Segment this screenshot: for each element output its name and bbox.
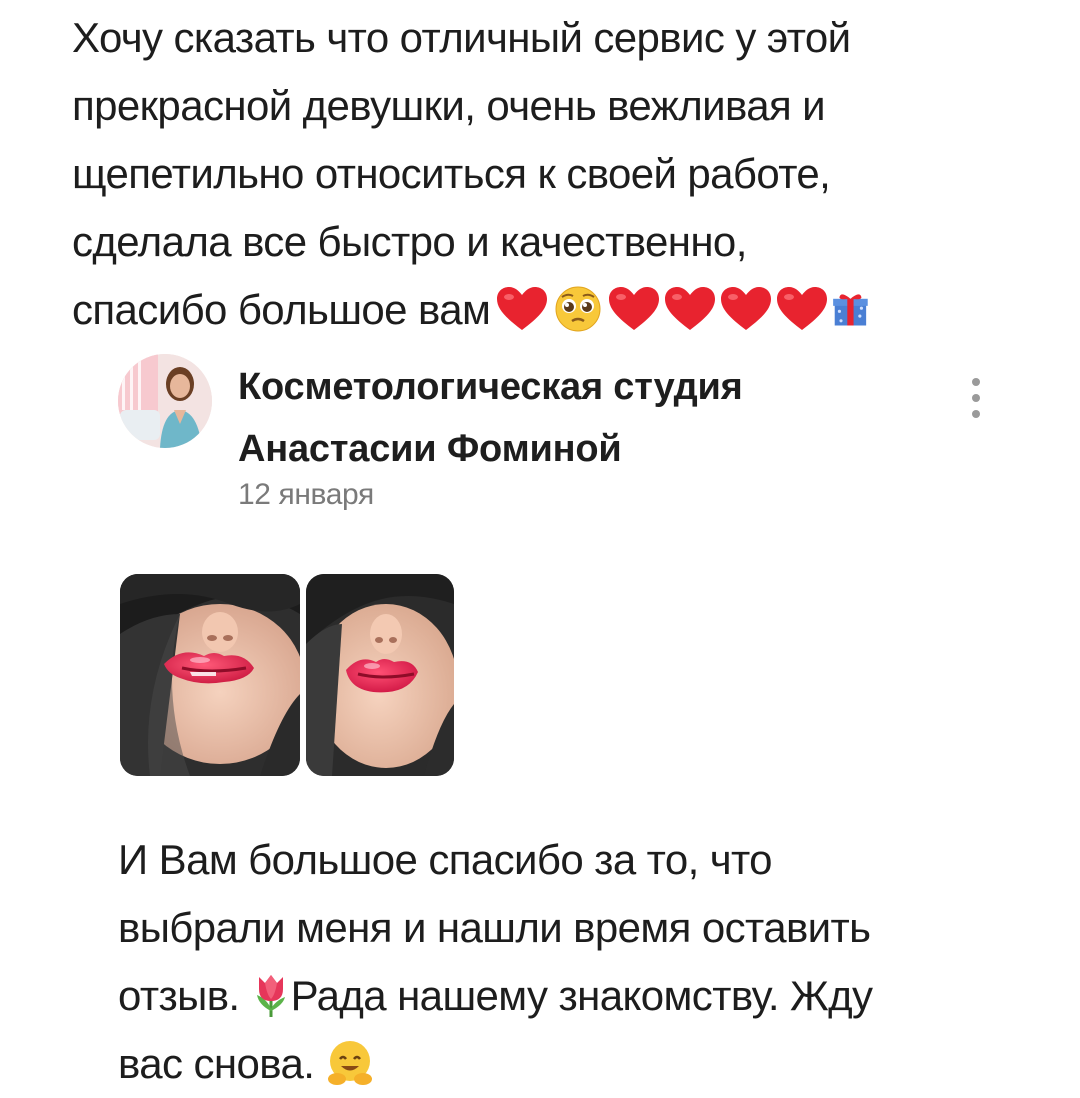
studio-name-line2: Анастасии Фоминой xyxy=(238,428,622,470)
review-last-line: спасибо большое вам xyxy=(72,276,1032,344)
lips-photo-2[interactable] xyxy=(306,574,454,776)
reply-line: И Вам большое спасибо за то, что xyxy=(118,836,773,883)
reply-text: И Вам большое спасибо за то, что выбрали… xyxy=(118,826,1038,1098)
avatar-image xyxy=(118,354,212,448)
lips-photo-1[interactable] xyxy=(120,574,300,776)
dot xyxy=(972,378,980,386)
reply-photos xyxy=(120,574,454,776)
photo-image xyxy=(120,574,300,776)
reply-line: выбрали меня и нашли время оставить xyxy=(118,904,871,951)
reply-line-4: вас снова. xyxy=(118,1030,1038,1098)
red-heart-icon xyxy=(774,284,830,334)
reply-line-3: отзыв. Рада нашему знакомству. Жду xyxy=(118,962,1038,1030)
dot xyxy=(972,394,980,402)
studio-name[interactable]: Косметологическая студия Анастасии Фомин… xyxy=(238,356,743,480)
studio-name-line1: Косметологическая студия xyxy=(238,366,743,408)
red-heart-icon xyxy=(662,284,718,334)
review-line: прекрасной девушки, очень вежливая и xyxy=(72,82,826,129)
review-line: спасибо большое вам xyxy=(72,286,491,333)
reply-date: 12 января xyxy=(238,478,374,511)
photo-image xyxy=(306,574,454,776)
review-line: сделала все быстро и качественно, xyxy=(72,218,747,265)
more-options-button[interactable] xyxy=(964,370,988,440)
tulip-icon xyxy=(256,974,285,1017)
emoji-row xyxy=(494,284,874,334)
pleading-face-icon xyxy=(555,286,601,332)
reply-header: Косметологическая студия Анастасии Фомин… xyxy=(118,350,1018,530)
reply-segment: Рада нашему знакомству. Жду xyxy=(290,972,873,1019)
review-text: Хочу сказать что отличный сервис у этой … xyxy=(72,4,1032,344)
red-heart-icon xyxy=(494,284,550,334)
reply-segment: отзыв. xyxy=(118,972,240,1019)
review-line: щепетильно относиться к своей работе, xyxy=(72,150,831,197)
review-line: Хочу сказать что отличный сервис у этой xyxy=(72,14,851,61)
red-heart-icon xyxy=(606,284,662,334)
dot xyxy=(972,410,980,418)
red-heart-icon xyxy=(718,284,774,334)
avatar[interactable] xyxy=(118,354,212,448)
wrapped-gift-icon xyxy=(833,294,868,326)
